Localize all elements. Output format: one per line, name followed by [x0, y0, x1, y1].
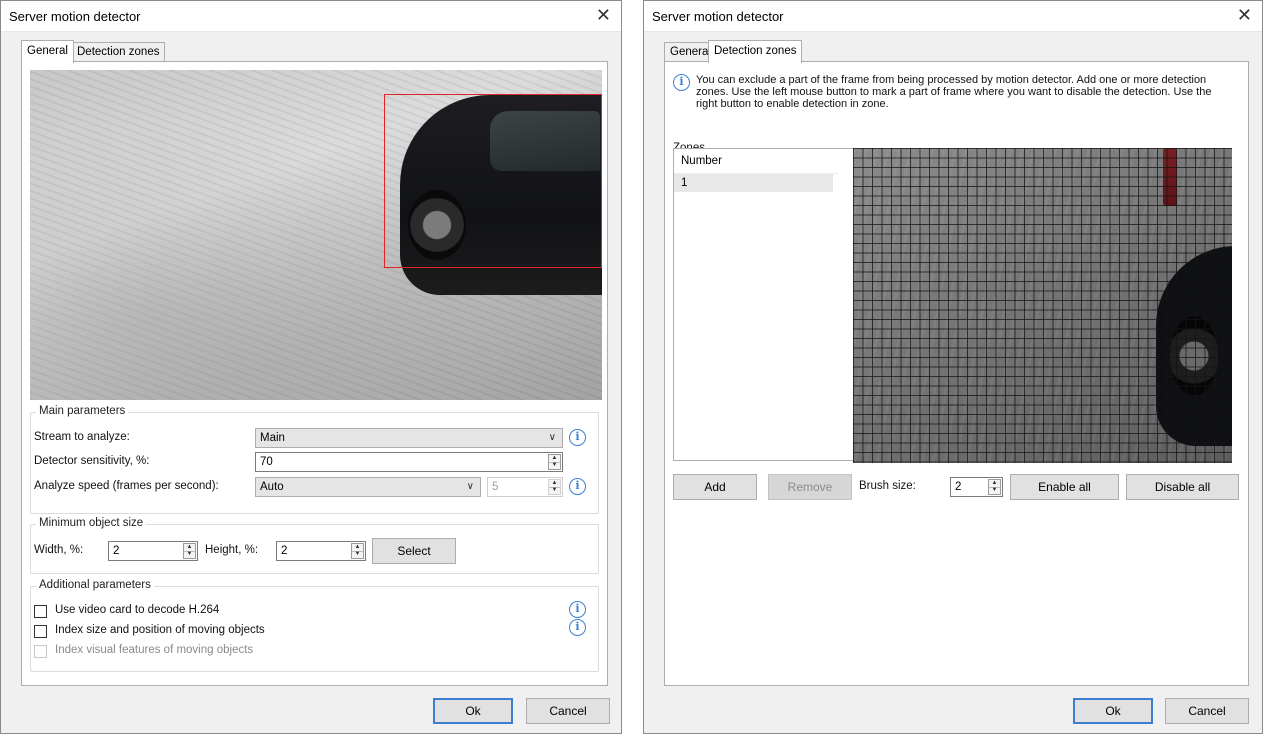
motion-detector-dialog-zones: Server motion detector ✕ General Detecti…	[643, 0, 1263, 734]
info-text-line-3: right button to enable detection in zone…	[696, 98, 889, 110]
spin-down-icon: ▼	[551, 487, 558, 493]
chevron-down-icon: ∨	[466, 481, 474, 492]
additional-parameters-group: Additional parameters Use video card to …	[30, 579, 599, 672]
info-icon[interactable]: i	[569, 429, 586, 446]
title-bar: Server motion detector ✕	[1, 1, 621, 32]
info-icon[interactable]: i	[569, 478, 586, 495]
fps-stepper: 5 ▲ ▼	[487, 477, 563, 497]
select-button[interactable]: Select	[372, 538, 456, 564]
close-icon[interactable]: ✕	[596, 5, 611, 25]
decode-label: Use video card to decode H.264	[55, 604, 220, 616]
info-text-line-1: You can exclude a part of the frame from…	[696, 74, 1207, 86]
spin-down-icon[interactable]: ▼	[989, 487, 1000, 494]
list-header-number[interactable]: Number	[674, 149, 838, 174]
info-icon: i	[673, 74, 690, 91]
sensitivity-label: Detector sensitivity, %:	[34, 455, 150, 467]
brush-size-stepper[interactable]: 2 ▲ ▼	[950, 477, 1003, 497]
tab-detection-zones[interactable]: Detection zones	[71, 42, 166, 62]
dialog-title: Server motion detector	[652, 9, 784, 24]
enable-all-button[interactable]: Enable all	[1010, 474, 1119, 500]
camera-preview[interactable]	[30, 70, 602, 400]
brush-size-label: Brush size:	[859, 480, 916, 492]
minimum-object-size-group: Minimum object size Width, %: 2 ▲ ▼ Heigh…	[30, 517, 599, 574]
index-visual-label: Index visual features of moving objects	[55, 644, 254, 656]
brush-spin-buttons[interactable]: ▲ ▼	[988, 479, 1001, 495]
brush-size-value: 2	[955, 481, 962, 493]
cancel-button[interactable]: Cancel	[1165, 698, 1249, 724]
disable-all-button[interactable]: Disable all	[1126, 474, 1239, 500]
index-size-label: Index size and position of moving object…	[55, 624, 265, 636]
width-label: Width, %:	[34, 544, 84, 556]
motion-detector-dialog-general: Server motion detector ✕ General Detecti…	[0, 0, 622, 734]
tab-general[interactable]: General	[21, 40, 74, 63]
width-value: 2	[113, 545, 120, 557]
motion-detection-box	[384, 94, 602, 268]
tab-detection-zones[interactable]: Detection zones	[708, 40, 803, 63]
close-icon[interactable]: ✕	[1237, 5, 1252, 25]
general-tab-panel: Main parameters Stream to analyze: Main …	[21, 61, 608, 686]
zone-editor-canvas[interactable]	[853, 148, 1232, 463]
fps-spin-buttons: ▲ ▼	[548, 479, 561, 495]
fps-value: 5	[492, 481, 499, 493]
main-parameters-title: Main parameters	[36, 405, 129, 417]
cancel-button[interactable]: Cancel	[526, 698, 610, 724]
list-item[interactable]: 1	[674, 174, 833, 192]
add-zone-button[interactable]: Add	[673, 474, 757, 500]
info-icon[interactable]: i	[569, 619, 586, 636]
width-stepper[interactable]: 2 ▲ ▼	[108, 541, 198, 561]
decode-checkbox[interactable]	[34, 605, 47, 618]
stream-select[interactable]: Main ∨	[255, 428, 563, 448]
additional-parameters-title: Additional parameters	[36, 579, 154, 591]
spin-down-icon[interactable]: ▼	[184, 551, 195, 558]
info-icon[interactable]: i	[569, 601, 586, 618]
speed-label: Analyze speed (frames per second):	[34, 480, 219, 492]
index-size-checkbox[interactable]	[34, 625, 47, 638]
ok-button[interactable]: Ok	[433, 698, 513, 724]
detection-zones-tab-panel: i You can exclude a part of the frame fr…	[664, 61, 1249, 686]
stream-value: Main	[260, 432, 285, 444]
spin-down-icon[interactable]: ▼	[549, 462, 560, 469]
zones-list[interactable]: Number 1	[673, 148, 855, 461]
sensitivity-stepper[interactable]: 70 ▲ ▼	[255, 452, 563, 472]
remove-zone-button: Remove	[768, 474, 852, 500]
height-value: 2	[281, 545, 288, 557]
sensitivity-value: 70	[260, 456, 273, 468]
sensitivity-spin-buttons[interactable]: ▲ ▼	[548, 454, 561, 470]
detection-grid[interactable]	[853, 148, 1232, 463]
minimum-object-size-title: Minimum object size	[36, 517, 147, 529]
main-parameters-group: Main parameters Stream to analyze: Main …	[30, 405, 599, 514]
stream-label: Stream to analyze:	[34, 431, 130, 443]
speed-value: Auto	[260, 481, 284, 493]
index-visual-checkbox	[34, 645, 47, 658]
spin-down-icon[interactable]: ▼	[352, 551, 363, 558]
info-text-line-2: zones. Use the left mouse button to mark…	[696, 86, 1212, 98]
width-spin-buttons[interactable]: ▲ ▼	[183, 543, 196, 559]
height-stepper[interactable]: 2 ▲ ▼	[276, 541, 366, 561]
speed-select[interactable]: Auto ∨	[255, 477, 481, 497]
title-bar: Server motion detector ✕	[644, 1, 1262, 32]
chevron-down-icon: ∨	[548, 432, 556, 443]
dialog-title: Server motion detector	[9, 9, 141, 24]
ok-button[interactable]: Ok	[1073, 698, 1153, 724]
height-label: Height, %:	[205, 544, 259, 556]
height-spin-buttons[interactable]: ▲ ▼	[351, 543, 364, 559]
